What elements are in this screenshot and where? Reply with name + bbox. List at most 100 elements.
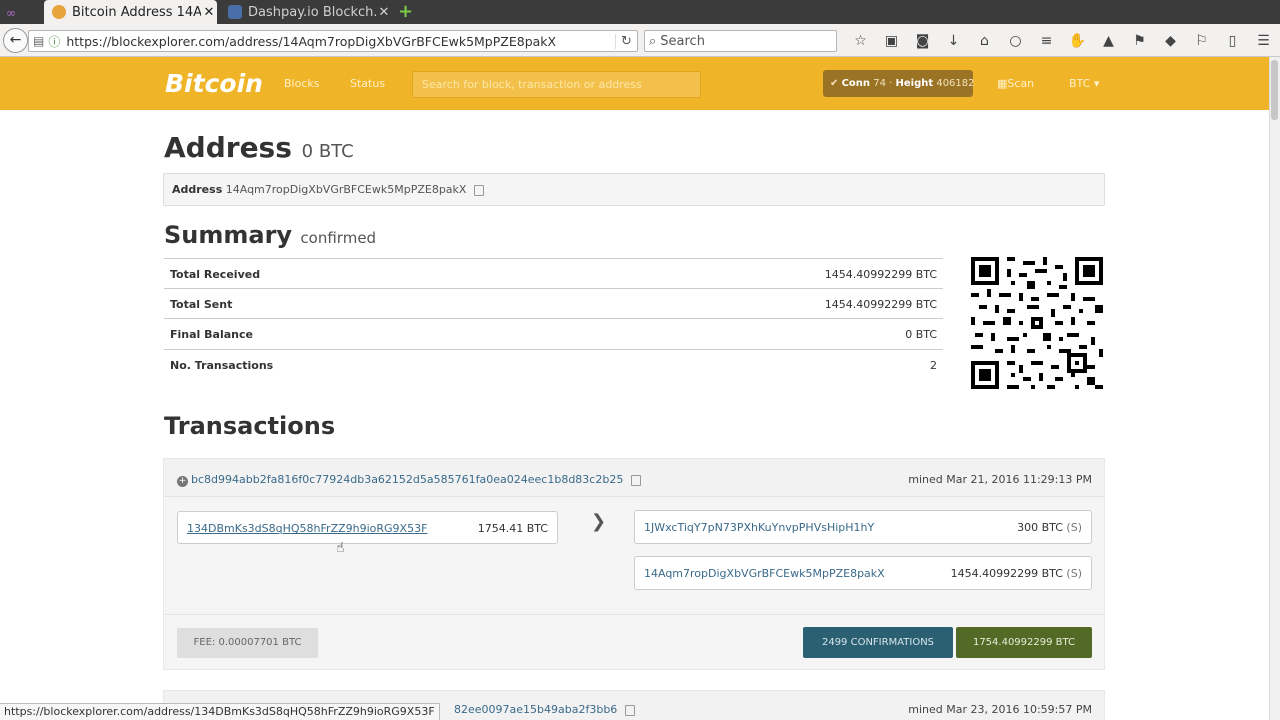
url-bar[interactable]: ▤ ⓘ https://blockexplorer.com/address/14… (28, 30, 638, 52)
menu-icon[interactable]: ☰ (1248, 30, 1279, 52)
input-address-link[interactable]: 134DBmKs3dS8qHQ58hFrZZ9h9ioRG9X53F (187, 522, 427, 535)
mined-time: mined Mar 21, 2016 11:29:13 PM (908, 473, 1092, 486)
link-status-tooltip: https://blockexplorer.com/address/134DBm… (0, 703, 440, 720)
address-box: Address 14Aqm7ropDigXbVGrBFCEwk5MpPZE8pa… (163, 173, 1105, 206)
transaction-output: 14Aqm7ropDigXbVGrBFCEwk5MpPZE8pakX 1454.… (634, 556, 1092, 590)
transaction-input: 134DBmKs3dS8qHQ58hFrZZ9h9ioRG9X53F 1754.… (177, 511, 558, 544)
close-tab-icon[interactable]: ✕ (201, 5, 217, 20)
layers-icon[interactable]: ≡ (1031, 30, 1062, 52)
reload-icon[interactable]: ↻ (615, 33, 637, 49)
hand-icon[interactable]: ✋ (1062, 30, 1093, 52)
summary-value: 0 BTC (905, 328, 937, 341)
page-title: Address 0 BTC (164, 131, 354, 164)
output-amount: 300 BTC (S) (1017, 521, 1082, 534)
conn-label: Conn (841, 78, 871, 89)
copy-icon[interactable] (624, 704, 635, 716)
summary-key: Total Received (170, 268, 261, 281)
mined-time: mined Mar 23, 2016 10:59:57 PM (908, 703, 1092, 716)
transaction-hash[interactable]: 82ee0097ae15b49aba2f3bb6 (454, 703, 635, 716)
counter-icon[interactable]: ▯ (1217, 30, 1248, 52)
browser-tab-strip: ∞ Bitcoin Address 14A... ✕ Dashpay.io Bl… (0, 0, 1280, 24)
browser-search-input[interactable]: ⌕ Search (644, 30, 837, 52)
total-amount-button[interactable]: 1754.40992299 BTC (956, 627, 1092, 658)
toolbar-icons: ☆ ▣ ◙ ↓ ⌂ ○ ≡ ✋ ▲ ⚑ ◆ ⚐ ▯ ☰ (845, 30, 1279, 52)
check-icon: ✔ (830, 78, 839, 89)
transactions-heading: Transactions (164, 412, 336, 440)
connection-status-badge: ✔ Conn 74 · Height 406182 (823, 70, 975, 97)
hand-cursor-icon: ☝ (336, 540, 345, 556)
ublock-icon[interactable]: ◆ (1155, 30, 1186, 52)
summary-value: 2 (930, 358, 937, 372)
dashpay-favicon-icon (228, 5, 242, 19)
summary-table: Total Received 1454.40992299 BTC Total S… (164, 258, 943, 380)
height-value: 406182 (936, 78, 975, 89)
address-value[interactable]: 14Aqm7ropDigXbVGrBFCEwk5MpPZE8pakX (226, 183, 467, 196)
spent-flag[interactable]: (S) (1066, 567, 1082, 580)
summary-key: No. Transactions (170, 358, 274, 372)
url-text[interactable]: https://blockexplorer.com/address/14Aqm7… (66, 34, 615, 49)
reading-list-icon[interactable]: ▣ (876, 30, 907, 52)
conn-value: 74 (873, 78, 886, 89)
bookmark-star-icon[interactable]: ☆ (845, 30, 876, 52)
site-search-input[interactable]: Search for block, transaction or address (412, 71, 701, 98)
fee-badge: FEE: 0.00007701 BTC (177, 628, 318, 658)
browser-nav-bar: ← ▤ ⓘ https://blockexplorer.com/address/… (0, 24, 1280, 57)
copy-icon[interactable] (473, 184, 484, 196)
summary-key: Final Balance (170, 328, 253, 341)
new-tab-icon[interactable]: + (398, 3, 414, 21)
address-qr-code (971, 257, 1103, 389)
currency-dropdown[interactable]: BTC ▾ (1069, 77, 1099, 90)
spent-flag[interactable]: (S) (1066, 521, 1082, 534)
search-placeholder: Search (660, 33, 705, 49)
translate-icon[interactable]: ⚑ (1124, 30, 1155, 52)
summary-row: Total Received 1454.40992299 BTC (164, 258, 943, 289)
transaction-header: + bc8d994abb2fa816f0c77924db3a62152d5a585… (164, 459, 1104, 497)
summary-row: No. Transactions 2 (164, 350, 943, 381)
private-browsing-icon: ∞ (6, 6, 16, 20)
caret-down-icon: ▾ (1093, 77, 1100, 90)
download-icon[interactable]: ↓ (938, 30, 969, 52)
summary-row: Final Balance 0 BTC (164, 319, 943, 350)
close-tab-icon[interactable]: ✕ (376, 5, 392, 20)
browser-tab-inactive[interactable]: Dashpay.io Blockch... ✕ (220, 0, 392, 24)
summary-status: confirmed (300, 229, 377, 247)
flag-icon[interactable]: ⚐ (1186, 30, 1217, 52)
transaction-footer: FEE: 0.00007701 BTC 2499 CONFIRMATIONS 1… (164, 614, 1104, 670)
output-address-link[interactable]: 1JWxcTiqY7pN73PXhKuYnvpPHVsHipH1hY (644, 521, 874, 534)
transaction-output: 1JWxcTiqY7pN73PXhKuYnvpPHVsHipH1hY 300 B… (634, 510, 1092, 544)
bitcoin-favicon-icon (52, 5, 66, 19)
summary-row: Total Sent 1454.40992299 BTC (164, 289, 943, 319)
summary-key: Total Sent (170, 297, 233, 311)
confirmations-button[interactable]: 2499 CONFIRMATIONS (803, 627, 953, 658)
expand-icon[interactable]: + (177, 476, 188, 487)
back-button[interactable]: ← (3, 28, 28, 53)
chat-icon[interactable]: ○ (1000, 30, 1031, 52)
tab-title: Dashpay.io Blockch... (248, 4, 376, 20)
page-scrollbar-thumb[interactable] (1271, 60, 1278, 120)
home-icon[interactable]: ⌂ (969, 30, 1000, 52)
browser-tab-active[interactable]: Bitcoin Address 14A... ✕ (44, 0, 217, 24)
scan-link[interactable]: ▦Scan (997, 77, 1034, 90)
input-amount: 1754.41 BTC (477, 522, 548, 535)
qrcode-icon: ▦ (997, 77, 1008, 90)
page-scrollbar[interactable] (1269, 57, 1280, 720)
search-icon: ⌕ (649, 33, 657, 49)
output-amount: 1454.40992299 BTC (S) (950, 567, 1082, 580)
transaction-hash[interactable]: + bc8d994abb2fa816f0c77924db3a62152d5a585… (177, 473, 641, 487)
nav-blocks-link[interactable]: Blocks (284, 77, 319, 90)
address-balance: 0 BTC (301, 141, 354, 162)
site-header: Bitcoin Blocks Status Search for block, … (0, 57, 1269, 110)
copy-icon[interactable] (630, 474, 641, 486)
summary-heading: Summary confirmed (164, 221, 377, 249)
identity-icon[interactable]: ▤ (33, 34, 44, 48)
site-logo[interactable]: Bitcoin (165, 69, 263, 98)
info-icon[interactable]: ⓘ (48, 33, 60, 50)
chevron-right-icon: ❯ (591, 511, 607, 532)
tab-title: Bitcoin Address 14A... (72, 4, 201, 20)
pocket-icon[interactable]: ◙ (907, 30, 938, 52)
output-address-link[interactable]: 14Aqm7ropDigXbVGrBFCEwk5MpPZE8pakX (644, 567, 885, 580)
summary-value: 1454.40992299 BTC (824, 297, 937, 311)
summary-value: 1454.40992299 BTC (824, 268, 937, 281)
nav-status-link[interactable]: Status (350, 77, 385, 90)
extension-icon[interactable]: ▲ (1093, 30, 1124, 52)
